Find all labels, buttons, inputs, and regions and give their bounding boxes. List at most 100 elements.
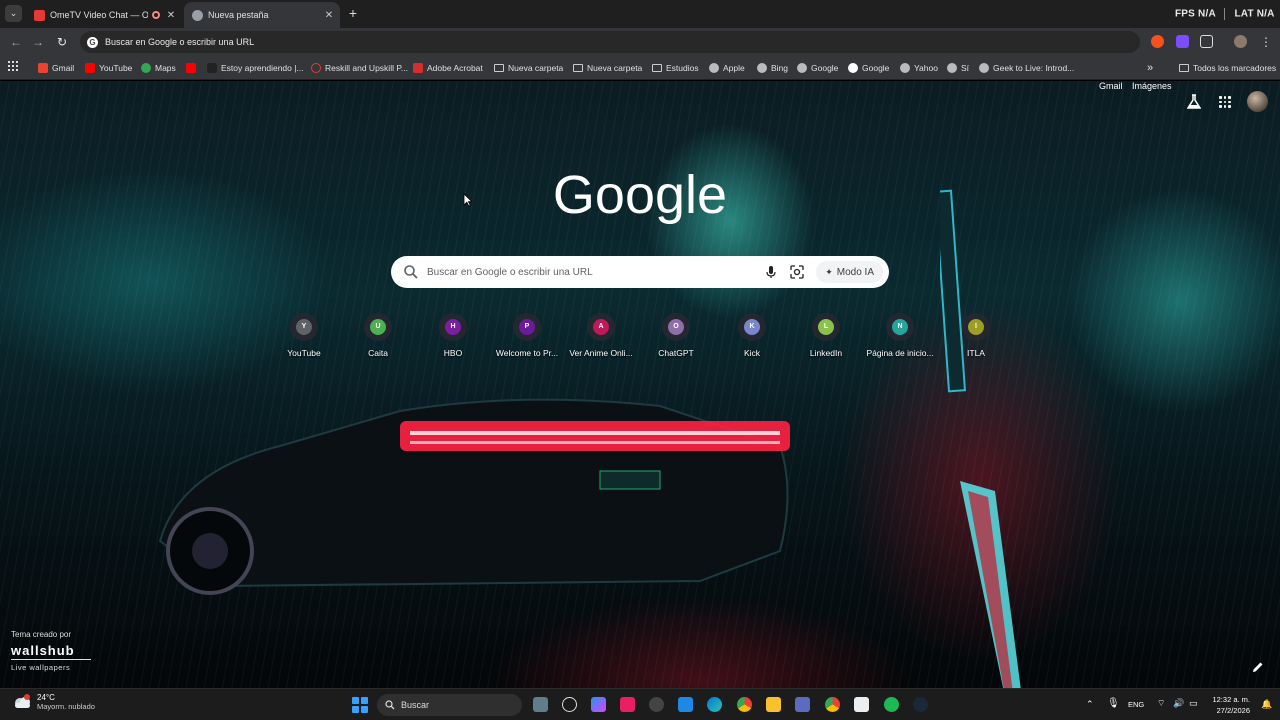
shortcut-chatgpt[interactable]: O ChatGPT bbox=[639, 313, 713, 358]
shortcut-letter-icon: N bbox=[892, 319, 908, 335]
images-link[interactable]: Imágenes bbox=[1132, 81, 1172, 91]
bookmark-yahoo[interactable]: Yahoo bbox=[900, 61, 938, 75]
shortcut-hbo[interactable]: H HBO bbox=[416, 313, 490, 358]
bookmark-youtube[interactable]: YouTube bbox=[85, 61, 132, 75]
bookmark-google-2[interactable]: Google bbox=[848, 61, 889, 75]
copilot-icon[interactable] bbox=[591, 697, 606, 712]
shortcut-letter-icon: P bbox=[519, 319, 535, 335]
taskbar-search-input[interactable] bbox=[401, 700, 511, 710]
edge-icon[interactable] bbox=[707, 697, 722, 712]
extension-fox-icon[interactable] bbox=[1151, 35, 1164, 48]
back-icon[interactable]: ← bbox=[8, 34, 24, 50]
system-clock[interactable]: 12:32 a. m. 27/2/2026 bbox=[1210, 694, 1250, 716]
tiktok-icon[interactable] bbox=[620, 697, 635, 712]
new-tab-button[interactable]: + bbox=[346, 5, 360, 21]
bookmark-reskill[interactable]: Reskill and Upskill P... bbox=[311, 61, 408, 75]
extension-shield-icon[interactable] bbox=[1176, 35, 1189, 48]
reload-icon[interactable]: ↻ bbox=[54, 34, 70, 50]
microphone-icon[interactable]: 🎙 bbox=[1107, 698, 1120, 720]
windows-start-icon[interactable] bbox=[352, 697, 368, 713]
wifi-icon[interactable]: ⌔ bbox=[1157, 698, 1165, 720]
bookmark-folder-estudios[interactable]: Estudios bbox=[652, 61, 699, 75]
tab-search-button[interactable]: ⌄ bbox=[5, 5, 22, 22]
ai-mode-button[interactable]: ✦ Modo IA bbox=[816, 261, 883, 283]
shortcut-kick[interactable]: K Kick bbox=[715, 313, 789, 358]
app-icon-3[interactable] bbox=[854, 697, 869, 712]
microphone-icon[interactable] bbox=[764, 265, 778, 279]
app-icon-2[interactable] bbox=[649, 697, 664, 712]
chrome-icon[interactable] bbox=[737, 697, 752, 712]
shortcut-welcome[interactable]: P Welcome to Pr... bbox=[490, 313, 564, 358]
notifications-bell-icon[interactable]: 🔔 bbox=[1261, 699, 1272, 720]
tab-ometv[interactable]: OmeTV Video Chat — Ome ✕ bbox=[26, 2, 182, 28]
account-avatar[interactable] bbox=[1247, 91, 1268, 112]
folder-icon bbox=[1179, 64, 1189, 72]
shortcut-ver-anime[interactable]: A Ver Anime Onli... bbox=[564, 313, 638, 358]
bookmark-apple[interactable]: Apple bbox=[709, 61, 745, 75]
shortcut-letter-icon: Y bbox=[296, 319, 312, 335]
bookmark-youtube-2[interactable] bbox=[186, 61, 200, 75]
google-search-box[interactable]: ✦ Modo IA bbox=[391, 256, 889, 288]
menu-kebab-icon[interactable]: ⋮ bbox=[1258, 34, 1274, 50]
taskbar-search[interactable] bbox=[377, 694, 522, 716]
all-bookmarks-button[interactable]: Todos los marcadores bbox=[1179, 61, 1276, 75]
bookmark-maps[interactable]: Maps bbox=[141, 61, 176, 75]
apps-grid-icon[interactable] bbox=[8, 61, 18, 71]
close-tab-icon[interactable]: ✕ bbox=[322, 10, 336, 21]
bookmark-estoy-aprendiendo[interactable]: Estoy aprendiendo |... bbox=[207, 61, 304, 75]
theme-brand-sub: Live wallpapers bbox=[11, 663, 71, 672]
store-icon[interactable] bbox=[678, 697, 693, 712]
fps-value: N/A bbox=[1198, 8, 1216, 20]
bookmarks-overflow-button[interactable]: » bbox=[1147, 61, 1153, 75]
file-explorer-icon[interactable] bbox=[766, 697, 781, 712]
labs-flask-icon[interactable] bbox=[1187, 94, 1201, 110]
bookmark-google[interactable]: Google bbox=[797, 61, 838, 75]
gmail-link[interactable]: Gmail bbox=[1099, 81, 1123, 91]
app-icon-1[interactable] bbox=[562, 697, 577, 712]
bookmark-si[interactable]: Sí bbox=[947, 61, 969, 75]
bookmark-geek-to-live[interactable]: Geek to Live: Introd... bbox=[979, 61, 1074, 75]
forward-icon[interactable]: → bbox=[30, 34, 46, 50]
weather-widget[interactable]: 24°C Mayorm. nublado bbox=[12, 693, 95, 711]
search-input[interactable] bbox=[427, 266, 765, 278]
maps-icon bbox=[141, 63, 151, 73]
shortcut-label: Página de inicio... bbox=[866, 348, 934, 358]
shortcut-letter-icon: I bbox=[968, 319, 984, 335]
tab-new-tab[interactable]: Nueva pestaña ✕ bbox=[184, 2, 340, 28]
customize-pencil-icon[interactable] bbox=[1252, 661, 1264, 673]
address-input[interactable] bbox=[105, 37, 705, 47]
chrome-profile-icon[interactable] bbox=[825, 697, 840, 712]
google-icon bbox=[848, 63, 858, 73]
cloudy-weather-icon bbox=[15, 694, 30, 708]
recording-icon bbox=[152, 11, 160, 19]
shortcut-youtube[interactable]: Y YouTube bbox=[267, 313, 341, 358]
google-apps-icon[interactable] bbox=[1219, 96, 1231, 108]
theme-credit[interactable]: Tema creado por wallshub Live wallpapers bbox=[11, 630, 91, 672]
shortcut-caita[interactable]: U Caita bbox=[341, 313, 415, 358]
tray-overflow-icon[interactable]: ⌃ bbox=[1086, 699, 1094, 720]
acrobat-icon bbox=[413, 63, 423, 73]
language-indicator[interactable]: ENG bbox=[1128, 700, 1144, 720]
shortcut-pagina-de-inicio[interactable]: N Página de inicio... bbox=[863, 313, 937, 358]
bookmark-gmail[interactable]: Gmail bbox=[38, 61, 74, 75]
bookmark-bing[interactable]: Bing bbox=[757, 61, 788, 75]
shortcut-itla[interactable]: I ITLA bbox=[939, 313, 1013, 358]
battery-icon[interactable]: ▭ bbox=[1189, 698, 1198, 720]
shortcut-linkedin[interactable]: L LinkedIn bbox=[789, 313, 863, 358]
google-icon: G bbox=[87, 36, 98, 48]
spotify-icon[interactable] bbox=[884, 697, 899, 712]
task-view-icon[interactable] bbox=[533, 697, 548, 712]
bookmark-adobe-acrobat[interactable]: Adobe Acrobat bbox=[413, 61, 483, 75]
extensions-puzzle-icon[interactable] bbox=[1200, 35, 1213, 48]
bookmark-folder-nueva-carpeta[interactable]: Nueva carpeta bbox=[494, 61, 563, 75]
folder-icon bbox=[494, 64, 504, 72]
profile-avatar[interactable] bbox=[1234, 35, 1247, 48]
shortcut-label: ITLA bbox=[967, 348, 985, 358]
volume-icon[interactable]: 🔊 bbox=[1173, 698, 1184, 720]
teams-icon[interactable] bbox=[795, 697, 810, 712]
google-lens-icon[interactable] bbox=[790, 265, 804, 279]
bookmark-folder-nueva-carpeta-2[interactable]: Nueva carpeta bbox=[573, 61, 642, 75]
address-bar[interactable]: G bbox=[80, 31, 1140, 53]
steam-icon[interactable] bbox=[913, 697, 928, 712]
close-tab-icon[interactable]: ✕ bbox=[164, 10, 178, 21]
